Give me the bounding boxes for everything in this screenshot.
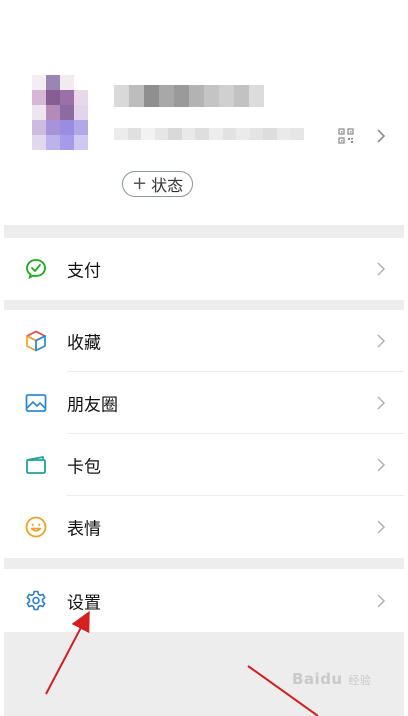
me-page: + 状态 支付 收藏 朋友圈 卡包 表情 设置 xyxy=(4,0,404,716)
plus-icon: + xyxy=(132,173,148,194)
chevron-right-icon xyxy=(377,334,386,348)
section-separator xyxy=(4,300,404,310)
image-icon xyxy=(25,394,47,412)
menu-item-stickers[interactable]: 表情 xyxy=(4,496,404,558)
watermark-text: Baidu xyxy=(292,670,343,688)
watermark-sub: 经验 xyxy=(348,674,372,687)
menu-item-moments[interactable]: 朋友圈 xyxy=(4,372,404,434)
menu-item-label: 支付 xyxy=(67,261,101,282)
menu-item-favorites[interactable]: 收藏 xyxy=(4,310,404,372)
menu-item-label: 收藏 xyxy=(67,333,101,354)
menu-item-label: 表情 xyxy=(67,519,101,540)
menu-item-label: 设置 xyxy=(67,593,101,613)
chevron-right-icon xyxy=(377,520,386,534)
menu-item-settings[interactable]: 设置 xyxy=(4,569,404,632)
section-separator xyxy=(4,558,404,569)
avatar[interactable] xyxy=(32,75,102,150)
wechat-pay-icon xyxy=(26,259,46,280)
menu-item-pay[interactable]: 支付 xyxy=(4,238,404,300)
menu-item-label: 朋友圈 xyxy=(67,395,118,416)
smiley-icon xyxy=(25,516,47,538)
chevron-right-icon[interactable] xyxy=(374,127,388,145)
chevron-right-icon xyxy=(377,458,386,472)
qr-code-icon[interactable] xyxy=(338,128,354,144)
status-button-label: 状态 xyxy=(151,176,184,195)
wechat-id-blurred xyxy=(114,128,304,140)
section-separator xyxy=(4,225,404,238)
profile-header[interactable]: + 状态 xyxy=(4,0,404,225)
gear-icon xyxy=(26,590,46,610)
baidu-watermark: Baidu 经验 xyxy=(292,670,371,688)
menu-item-label: 卡包 xyxy=(67,457,101,478)
nickname-blurred xyxy=(114,85,264,107)
card-icon xyxy=(26,456,46,474)
menu-item-cards[interactable]: 卡包 xyxy=(4,434,404,496)
chevron-right-icon xyxy=(377,262,386,276)
chevron-right-icon xyxy=(377,593,386,608)
chevron-right-icon xyxy=(377,396,386,410)
cube-icon xyxy=(26,330,46,352)
add-status-button[interactable]: + 状态 xyxy=(122,171,194,197)
